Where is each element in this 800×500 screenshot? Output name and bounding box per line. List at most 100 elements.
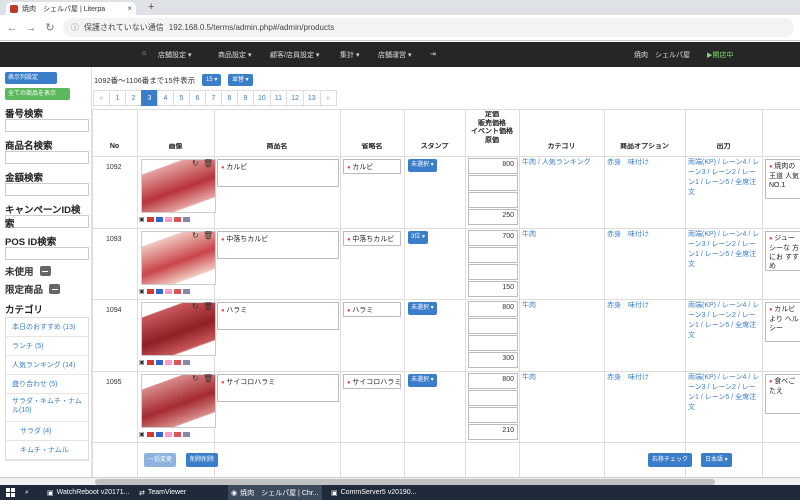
category-link[interactable]: 牛肉 bbox=[522, 373, 602, 383]
minus-icon[interactable] bbox=[39, 266, 51, 276]
flag-icon[interactable] bbox=[164, 217, 172, 222]
flag-icon[interactable] bbox=[164, 432, 172, 437]
flag-icon[interactable] bbox=[164, 360, 172, 365]
search-number-input[interactable] bbox=[5, 119, 89, 132]
category-item[interactable]: キムチ・ナムル bbox=[6, 441, 88, 460]
flag-icon[interactable] bbox=[146, 289, 154, 294]
stamp-select[interactable]: 3位 ▾ bbox=[408, 231, 429, 244]
flag-icon[interactable] bbox=[173, 217, 181, 222]
price-input[interactable] bbox=[468, 264, 518, 280]
flag-icon[interactable] bbox=[182, 289, 190, 294]
search-price-input[interactable] bbox=[5, 183, 89, 196]
delete-icon[interactable]: 🗑 bbox=[203, 302, 213, 311]
price-input[interactable]: 250 bbox=[468, 209, 518, 225]
page-link[interactable]: « bbox=[93, 90, 110, 106]
flag-icon[interactable] bbox=[155, 360, 163, 365]
reload-icon[interactable]: ↻ bbox=[192, 302, 199, 311]
right-check-button[interactable]: 右移チェック bbox=[648, 453, 693, 467]
price-input[interactable]: 210 bbox=[468, 424, 518, 440]
category-item[interactable]: 盛り合わせ (5) bbox=[6, 375, 88, 394]
taskbar-item-watchreboot[interactable]: ▣ WatchReboot v20171... bbox=[44, 485, 133, 500]
taskbar-item-teamviewer[interactable]: ⇄ TeamViewer bbox=[136, 485, 189, 500]
show-all-button[interactable]: 全ての商品を表示 bbox=[5, 88, 70, 100]
output-link[interactable]: 両端(KP) / レーン4 / レーン3 / レーン2 / レーン1 / レーン… bbox=[688, 158, 762, 198]
header-menu-products[interactable]: 商品設定 ▾ bbox=[218, 50, 251, 60]
description-input[interactable]: ● 食べごたえ bbox=[765, 374, 800, 414]
price-input[interactable] bbox=[468, 390, 518, 406]
sort-button[interactable]: 並替 ▾ bbox=[228, 74, 253, 86]
flag-icon[interactable] bbox=[155, 432, 163, 437]
flag-icon[interactable] bbox=[182, 432, 190, 437]
category-item[interactable]: 人気ランキング (14) bbox=[6, 356, 88, 375]
category-item[interactable]: サラダ・キムチ・ナムル(10) bbox=[6, 394, 88, 422]
category-item[interactable]: ランチ (5) bbox=[6, 337, 88, 356]
forward-icon[interactable]: → bbox=[25, 22, 37, 34]
output-link[interactable]: 両端(KP) / レーン4 / レーン3 / レーン2 / レーン1 / レーン… bbox=[688, 373, 762, 413]
price-input[interactable]: 800 bbox=[468, 301, 518, 317]
per-page-select[interactable]: 15 ▾ bbox=[202, 74, 222, 86]
flag-icon[interactable] bbox=[164, 289, 172, 294]
flag-icon[interactable] bbox=[173, 289, 181, 294]
page-link[interactable]: 1 bbox=[109, 90, 126, 106]
logout-icon[interactable]: ⇥ bbox=[430, 50, 436, 58]
flag-icon[interactable] bbox=[173, 432, 181, 437]
language-select[interactable]: 日本語 ▾ bbox=[701, 453, 732, 467]
product-name-input[interactable]: ● サイコロハラミ bbox=[217, 374, 339, 402]
delete-icon[interactable]: 🗑 bbox=[203, 231, 213, 240]
category-item[interactable]: サラダ (4) bbox=[6, 422, 88, 441]
category-link[interactable]: 牛肉 / 人気ランキング bbox=[522, 158, 602, 168]
short-name-input[interactable]: ● カルビ bbox=[343, 159, 401, 174]
minus-icon[interactable] bbox=[49, 284, 61, 294]
price-input[interactable] bbox=[468, 407, 518, 423]
option-link[interactable]: 赤身 味付け bbox=[607, 301, 685, 311]
header-menu-customers[interactable]: 顧客/店員設定 ▾ bbox=[270, 50, 319, 60]
tab-close-icon[interactable]: × bbox=[127, 4, 132, 13]
price-input[interactable]: 700 bbox=[468, 230, 518, 246]
delete-icon[interactable]: 🗑 bbox=[203, 159, 213, 168]
header-menu-store[interactable]: 店舗設定 ▾ bbox=[158, 50, 191, 60]
page-link[interactable]: 4 bbox=[157, 90, 174, 106]
taskbar-item-commserver[interactable]: ▣ CommServer5 v20190... bbox=[328, 485, 420, 500]
search-campaign-input[interactable] bbox=[5, 215, 89, 228]
address-bar[interactable]: ⓘ 保護されていない通信 192.168.0.5/terms/admin.php… bbox=[63, 18, 794, 37]
page-link[interactable]: » bbox=[319, 90, 337, 106]
page-link[interactable]: 2 bbox=[125, 90, 142, 106]
limited-filter[interactable]: 限定商品 bbox=[5, 282, 86, 296]
price-input[interactable] bbox=[468, 335, 518, 351]
reload-icon[interactable]: ↻ bbox=[192, 374, 199, 383]
price-input[interactable]: 150 bbox=[468, 281, 518, 297]
bulk-delete-button[interactable]: 削除削除 bbox=[186, 453, 219, 467]
option-link[interactable]: 赤身 味付け bbox=[607, 373, 685, 383]
page-link[interactable]: 13 bbox=[302, 90, 321, 106]
short-name-input[interactable]: ● 中落ちカルビ bbox=[343, 231, 401, 246]
category-link[interactable]: 牛肉 bbox=[522, 301, 602, 311]
unused-filter[interactable]: 未使用 bbox=[5, 264, 86, 278]
page-link[interactable]: 3 bbox=[141, 90, 158, 106]
price-input[interactable] bbox=[468, 318, 518, 334]
browser-tab[interactable]: 焼肉 シェルパ屋 | Literpa × bbox=[6, 2, 136, 15]
option-link[interactable]: 赤身 味付け bbox=[607, 158, 685, 168]
page-link[interactable]: 11 bbox=[269, 90, 288, 106]
short-name-input[interactable]: ● ハラミ bbox=[343, 302, 401, 317]
page-link[interactable]: 10 bbox=[253, 90, 271, 106]
reload-icon[interactable]: ↻ bbox=[44, 21, 56, 34]
home-icon[interactable]: ⌂ bbox=[142, 50, 146, 57]
bulk-change-button[interactable]: 一括変更 bbox=[144, 453, 177, 467]
flag-icon[interactable] bbox=[146, 432, 154, 437]
output-link[interactable]: 両端(KP) / レーン4 / レーン3 / レーン2 / レーン1 / レーン… bbox=[688, 301, 762, 341]
reload-icon[interactable]: ↻ bbox=[192, 231, 199, 240]
search-icon[interactable]: ⌕ bbox=[22, 485, 32, 500]
flag-icon[interactable] bbox=[155, 289, 163, 294]
page-link[interactable]: 5 bbox=[173, 90, 190, 106]
stamp-select[interactable]: 未選択 ▾ bbox=[408, 302, 437, 315]
price-input[interactable]: 800 bbox=[468, 373, 518, 389]
product-name-input[interactable]: ● カルビ bbox=[217, 159, 339, 187]
option-link[interactable]: 赤身 味付け bbox=[607, 230, 685, 240]
product-name-input[interactable]: ● 中落ちカルビ bbox=[217, 231, 339, 259]
search-name-input[interactable] bbox=[5, 151, 89, 164]
horizontal-scrollbar[interactable] bbox=[0, 477, 800, 485]
taskbar-item-chrome[interactable]: ◉ 焼肉 シェルパ屋 | Chr... bbox=[228, 485, 322, 500]
page-link[interactable]: 7 bbox=[205, 90, 222, 106]
category-item[interactable]: 本日のおすすめ (13) bbox=[6, 318, 88, 337]
category-link[interactable]: 牛肉 bbox=[522, 230, 602, 240]
